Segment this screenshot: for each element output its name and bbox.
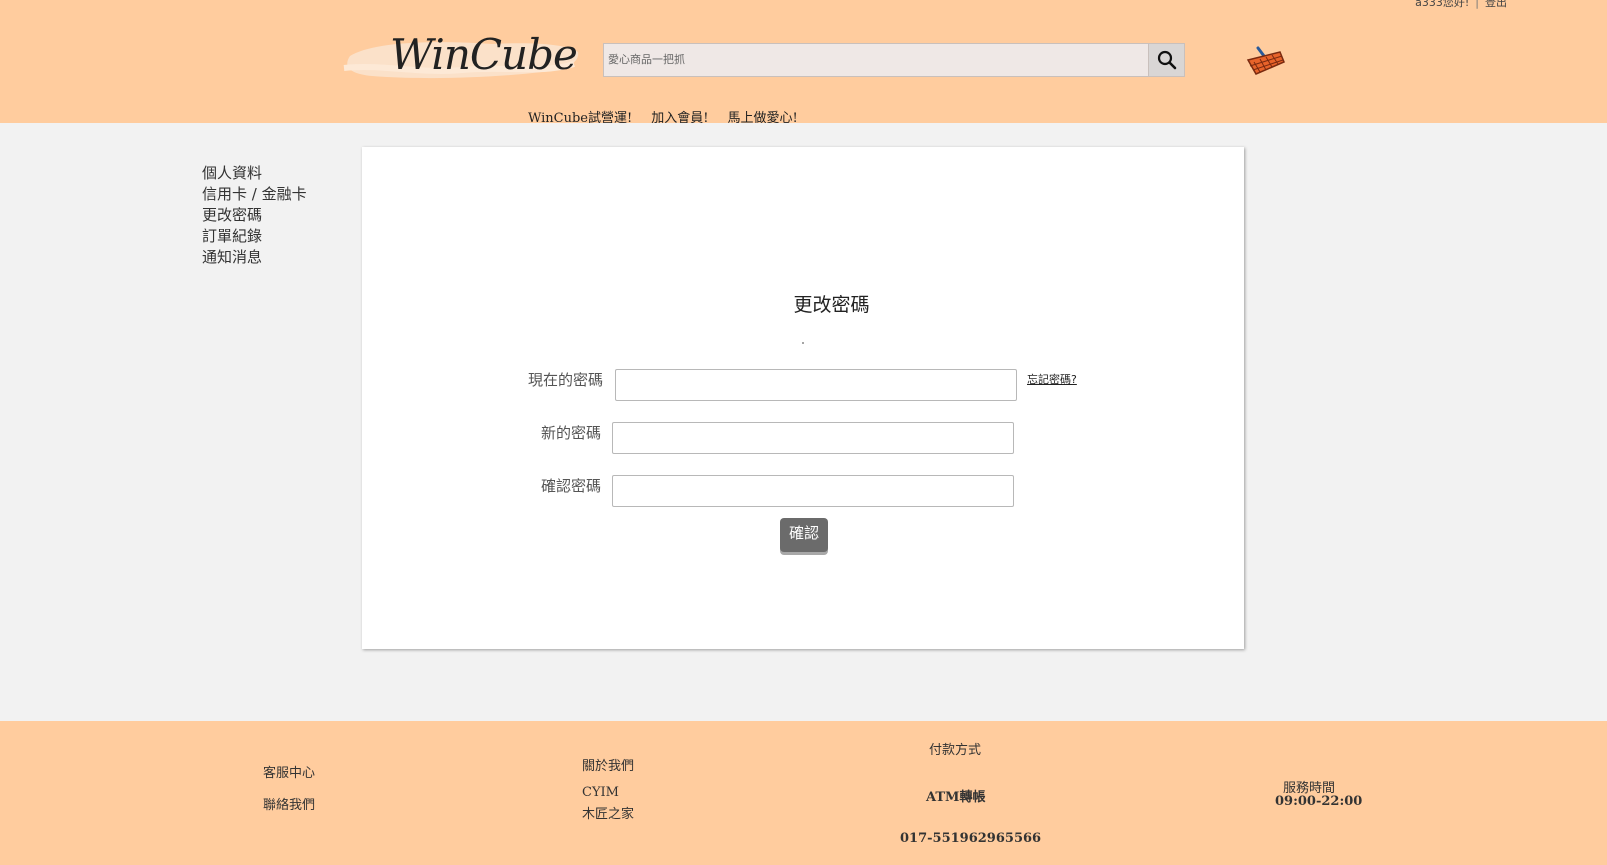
current-password-input[interactable] <box>615 369 1017 401</box>
search-icon <box>1157 50 1176 70</box>
footer-about-carpenter[interactable]: 木匠之家 <box>582 803 634 822</box>
divider-dot <box>802 342 804 344</box>
logout-link[interactable]: 登出 <box>1485 0 1507 9</box>
user-greeting: a333您好! <box>1415 0 1470 9</box>
sidebar-item-orders[interactable]: 訂單紀錄 <box>202 226 307 247</box>
footer-about-cyim[interactable]: CYIM <box>582 785 619 800</box>
search-button[interactable] <box>1148 43 1185 77</box>
header: a333您好! | 登出 WinCube 愛心商品一把抓 WinCube試營運! 加入… <box>0 0 1607 126</box>
search-placeholder: 愛心商品一把抓 <box>608 53 685 66</box>
cart-button[interactable] <box>1244 42 1286 80</box>
confirm-button[interactable]: 確認 <box>780 518 828 552</box>
footer-service-title: 客服中心 <box>263 766 316 781</box>
sidebar-item-notifications[interactable]: 通知消息 <box>202 247 307 268</box>
footer-account-number: 017-551962965566 <box>900 831 1042 846</box>
footer-contact-link[interactable]: 聯絡我們 <box>263 794 315 813</box>
site-logo[interactable]: WinCube <box>342 28 582 88</box>
sidebar-item-change-password[interactable]: 更改密碼 <box>202 205 307 226</box>
new-password-input[interactable] <box>612 422 1014 454</box>
sidebar-item-profile[interactable]: 個人資料 <box>202 163 307 184</box>
basket-icon <box>1246 46 1285 75</box>
search-input[interactable]: 愛心商品一把抓 <box>603 43 1149 77</box>
confirm-password-label: 確認密碼 <box>540 477 601 495</box>
sidebar-item-cards[interactable]: 信用卡 / 金融卡 <box>202 184 307 205</box>
confirm-password-input[interactable] <box>612 475 1014 507</box>
user-bar: a333您好! | 登出 <box>1415 0 1507 10</box>
footer-payment-method: ATM轉帳 <box>926 790 986 805</box>
account-sidebar: 個人資料 信用卡 / 金融卡 更改密碼 訂單紀錄 通知消息 <box>202 163 307 268</box>
user-bar-divider: | <box>1475 0 1479 9</box>
footer-payment-title: 付款方式 <box>929 743 982 758</box>
footer-hours-value: 09:00-22:00 <box>1275 794 1363 809</box>
footer-about-title: 關於我們 <box>582 759 635 774</box>
forgot-password-link[interactable]: 忘記密碼? <box>1027 371 1077 387</box>
change-password-panel: 更改密碼 現在的密碼 忘記密碼? 新的密碼 確認密碼 確認 <box>362 147 1244 649</box>
footer: 客服中心 聯絡我們 關於我們 CYIM 木匠之家 付款方式 ATM轉帳 017-… <box>0 721 1607 865</box>
page-title: 更改密碼 <box>793 294 870 316</box>
logo-text: WinCube <box>390 30 578 79</box>
new-password-label: 新的密碼 <box>540 424 601 442</box>
current-password-label: 現在的密碼 <box>527 371 603 389</box>
